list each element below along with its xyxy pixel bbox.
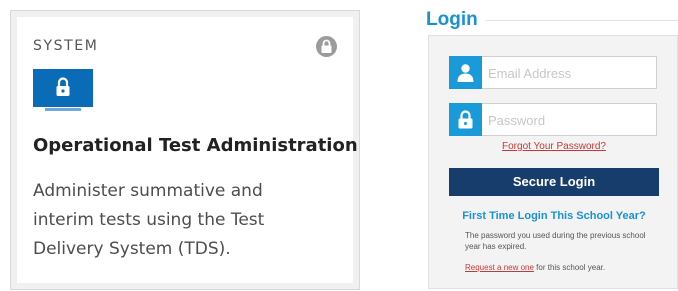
user-icon — [449, 56, 482, 89]
card-category-label: SYSTEM — [33, 38, 99, 54]
login-heading: Login — [426, 9, 478, 30]
lock-icon — [316, 36, 337, 57]
card-title: Operational Test Administration — [33, 135, 358, 156]
email-input[interactable] — [488, 63, 648, 83]
email-field[interactable] — [449, 56, 657, 89]
password-expired-note: The password you used during the previou… — [465, 231, 646, 251]
secure-login-button[interactable]: Secure Login — [449, 168, 659, 196]
password-input[interactable] — [488, 110, 648, 130]
card-description: Administer summative and interim tests u… — [33, 181, 265, 259]
heading-divider — [485, 20, 678, 21]
first-time-login-heading: First Time Login This School Year? — [462, 210, 646, 222]
lock-icon — [449, 103, 482, 136]
card-header: SYSTEM — [33, 36, 337, 58]
request-suffix-text: for this school year. — [533, 263, 606, 272]
lock-monitor-icon — [33, 69, 93, 111]
request-new-password-link[interactable]: Request a new one — [465, 263, 534, 272]
request-password-line: Request a new one for this school year. — [465, 263, 605, 272]
system-card[interactable]: SYSTEM Operational Test Administration A… — [10, 10, 360, 290]
login-form: Forgot Your Password? Secure Login First… — [428, 35, 678, 289]
password-field[interactable] — [449, 103, 657, 136]
forgot-password-link[interactable]: Forgot Your Password? — [429, 141, 678, 152]
